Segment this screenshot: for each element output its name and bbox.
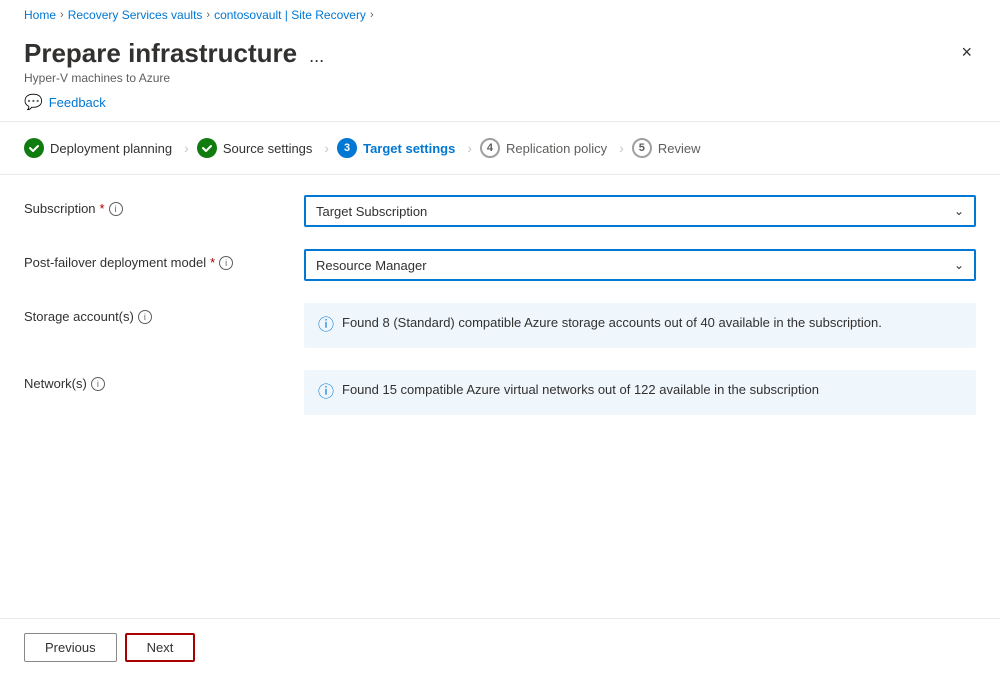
wizard-steps: Deployment planning › Source settings › …: [0, 122, 1000, 175]
step-replication-policy[interactable]: 4 Replication policy: [480, 138, 619, 158]
subscription-value: Target Subscription: [316, 204, 427, 219]
header-left: Prepare infrastructure ... Hyper-V machi…: [24, 38, 324, 85]
step-2-label: Source settings: [223, 141, 313, 156]
networks-info-icon[interactable]: i: [91, 377, 105, 391]
step-3-label: Target settings: [363, 141, 455, 156]
header-more-button[interactable]: ...: [309, 46, 324, 67]
previous-button[interactable]: Previous: [24, 633, 117, 662]
feedback-label: Feedback: [49, 95, 106, 110]
subscription-dropdown[interactable]: Target Subscription ⌄: [304, 195, 976, 227]
storage-label-text: Storage account(s): [24, 309, 134, 324]
step-4-circle: 4: [480, 138, 500, 158]
storage-control: ⓘ Found 8 (Standard) compatible Azure st…: [304, 303, 976, 348]
step-sep-4: ›: [619, 140, 632, 156]
subscription-row: Subscription * i Target Subscription ⌄: [24, 195, 976, 227]
breadcrumb-home[interactable]: Home: [24, 8, 56, 22]
header: Prepare infrastructure ... Hyper-V machi…: [0, 30, 1000, 85]
step-deployment-planning[interactable]: Deployment planning: [24, 138, 184, 158]
breadcrumb-sep-3: ›: [370, 9, 374, 21]
deployment-model-required: *: [210, 255, 215, 270]
networks-label: Network(s) i: [24, 370, 304, 391]
step-1-check-icon: [24, 138, 44, 158]
subscription-label-text: Subscription: [24, 201, 96, 216]
storage-info-icon[interactable]: i: [138, 310, 152, 324]
deployment-model-dropdown[interactable]: Resource Manager ⌄: [304, 249, 976, 281]
step-source-settings[interactable]: Source settings: [197, 138, 325, 158]
step-sep-2: ›: [324, 140, 337, 156]
next-button[interactable]: Next: [125, 633, 196, 662]
deployment-model-row: Post-failover deployment model * i Resou…: [24, 249, 976, 281]
breadcrumb-vaults[interactable]: Recovery Services vaults: [68, 8, 203, 22]
breadcrumb: Home › Recovery Services vaults › contos…: [0, 0, 1000, 30]
form-area: Subscription * i Target Subscription ⌄ P…: [0, 175, 1000, 457]
breadcrumb-sep-2: ›: [206, 9, 210, 21]
subscription-dropdown-arrow: ⌄: [954, 204, 964, 218]
subscription-required: *: [100, 201, 105, 216]
deployment-model-control: Resource Manager ⌄: [304, 249, 976, 281]
deployment-model-dropdown-arrow: ⌄: [954, 258, 964, 272]
step-1-label: Deployment planning: [50, 141, 172, 156]
storage-message: Found 8 (Standard) compatible Azure stor…: [342, 313, 882, 333]
step-4-label: Replication policy: [506, 141, 607, 156]
step-3-circle: 3: [337, 138, 357, 158]
feedback-icon: 💬: [24, 93, 43, 111]
subscription-info-icon[interactable]: i: [109, 202, 123, 216]
storage-row: Storage account(s) i ⓘ Found 8 (Standard…: [24, 303, 976, 348]
networks-label-text: Network(s): [24, 376, 87, 391]
step-sep-3: ›: [467, 140, 480, 156]
step-5-label: Review: [658, 141, 701, 156]
storage-label: Storage account(s) i: [24, 303, 304, 324]
breadcrumb-sep-1: ›: [60, 9, 64, 21]
step-target-settings[interactable]: 3 Target settings: [337, 138, 467, 158]
breadcrumb-contosovault[interactable]: contosovault | Site Recovery: [214, 8, 366, 22]
storage-info-box-icon: ⓘ: [318, 314, 334, 338]
step-sep-1: ›: [184, 140, 197, 156]
deployment-model-info-icon[interactable]: i: [219, 256, 233, 270]
subscription-label: Subscription * i: [24, 195, 304, 216]
step-review[interactable]: 5 Review: [632, 138, 713, 158]
feedback-bar[interactable]: 💬 Feedback: [0, 85, 1000, 121]
footer: Previous Next: [0, 618, 1000, 676]
deployment-model-label: Post-failover deployment model * i: [24, 249, 304, 270]
close-button[interactable]: ×: [957, 38, 976, 67]
deployment-model-label-text: Post-failover deployment model: [24, 255, 206, 270]
networks-info-box: ⓘ Found 15 compatible Azure virtual netw…: [304, 370, 976, 415]
networks-control: ⓘ Found 15 compatible Azure virtual netw…: [304, 370, 976, 415]
page-title: Prepare infrastructure: [24, 38, 297, 69]
networks-message: Found 15 compatible Azure virtual networ…: [342, 380, 819, 400]
subscription-control: Target Subscription ⌄: [304, 195, 976, 227]
deployment-model-value: Resource Manager: [316, 258, 427, 273]
step-2-check-icon: [197, 138, 217, 158]
networks-row: Network(s) i ⓘ Found 15 compatible Azure…: [24, 370, 976, 415]
page-subtitle: Hyper-V machines to Azure: [24, 71, 324, 85]
storage-info-box: ⓘ Found 8 (Standard) compatible Azure st…: [304, 303, 976, 348]
networks-info-box-icon: ⓘ: [318, 381, 334, 405]
step-5-circle: 5: [632, 138, 652, 158]
